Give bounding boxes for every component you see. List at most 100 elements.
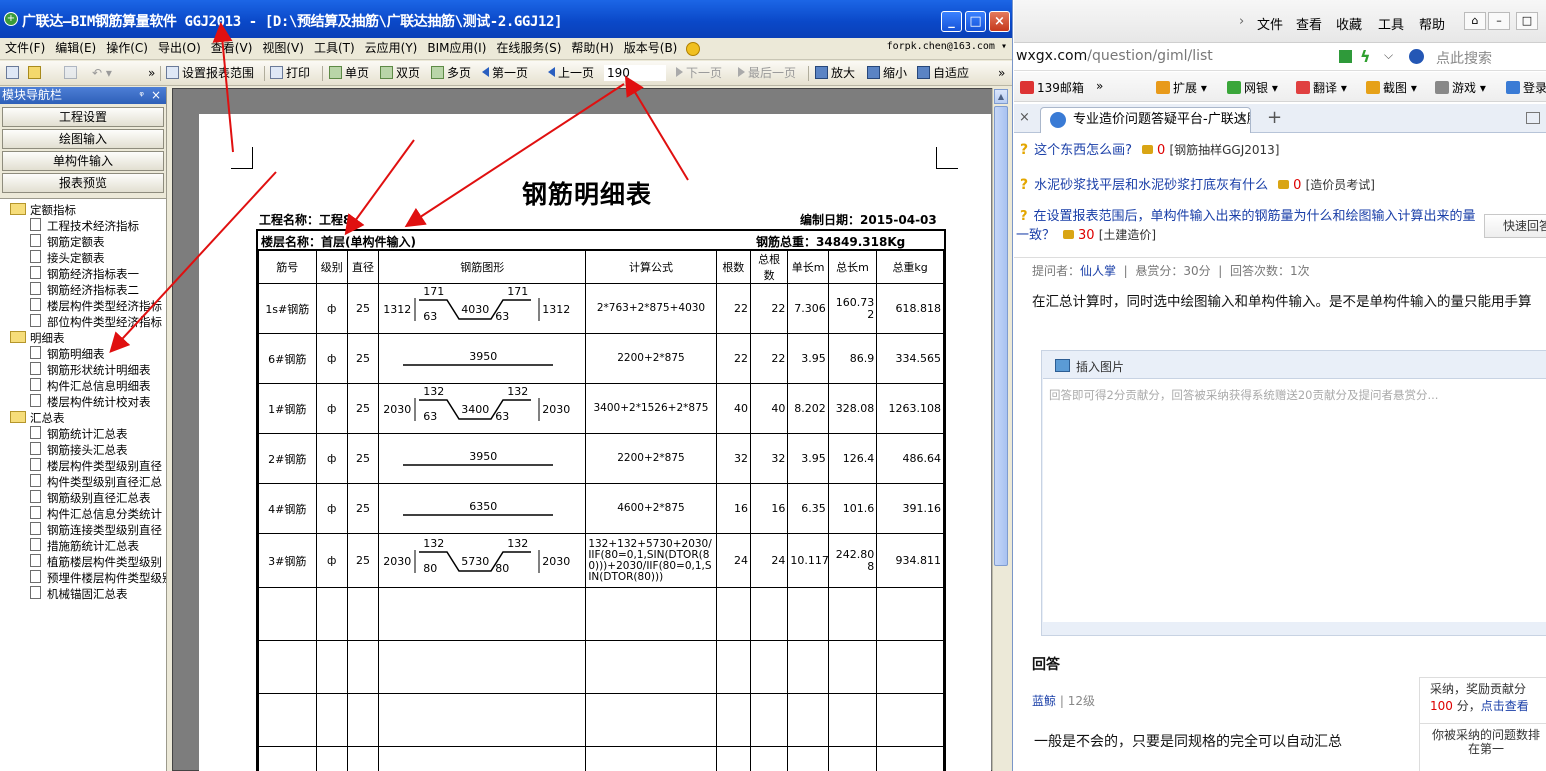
browser-menu-tools[interactable]: 工具 [1378,14,1404,33]
tree-item[interactable]: 工程技术经济指标 [0,218,166,234]
url-text[interactable]: wxgx.com/question/giml/list [1016,48,1213,64]
multi-page-button[interactable]: 多页 [431,65,471,82]
maximize-button[interactable]: □ [965,11,986,32]
tree-folder[interactable]: 定额指标 [0,202,166,218]
tree-item[interactable]: 钢筋经济指标表二 [0,282,166,298]
first-page-button[interactable]: 第一页 [482,65,528,82]
tree-item[interactable]: 措施筋统计汇总表 [0,538,166,554]
browser-menu-view[interactable]: 查看 [1296,14,1322,33]
report-preview-button[interactable]: 报表预览 [2,173,164,193]
drawing-input-button[interactable]: 绘图输入 [2,129,164,149]
double-page-button[interactable]: 双页 [380,65,420,82]
user-account[interactable]: forpk.chen@163.com ▾ [887,41,1007,52]
close-prev-tab-icon[interactable]: × [1019,110,1030,125]
browser-menu-file[interactable]: 文件 [1257,14,1283,33]
pin-icon[interactable]: ᵠ [139,87,144,104]
nav-close-icon[interactable]: × [151,87,161,104]
tree-item[interactable]: 楼层构件统计校对表 [0,394,166,410]
last-page-button[interactable]: 最后一页 [738,65,796,82]
menu-viewport[interactable]: 视图(V) [257,38,309,58]
baidu-search-icon[interactable] [1409,49,1424,64]
tree-item[interactable]: 钢筋统计汇总表 [0,426,166,442]
menu-cloud[interactable]: 云应用(Y) [360,38,423,58]
scroll-thumb[interactable] [994,106,1008,566]
answer-textarea[interactable]: 回答即可得2分贡献分，回答被采纳获得系统赠送20贡献分及提问者悬赏分... [1043,378,1546,622]
set-report-range-button[interactable]: 设置报表范围 [166,65,254,82]
project-settings-button[interactable]: 工程设置 [2,107,164,127]
title-bar[interactable]: + 广联达—BIM钢筋算量软件 GGJ2013 - [D:\预结算及抽筋\广联达… [0,0,1012,40]
speed-mode-icon[interactable]: ϟ [1360,47,1371,66]
tree-item[interactable]: 植筋楼层构件类型级别 [0,554,166,570]
browser-menu-help[interactable]: 帮助 [1419,14,1445,33]
menu-edit[interactable]: 编辑(E) [50,38,101,58]
menu-help[interactable]: 帮助(H) [566,38,618,58]
question-link-3[interactable]: ? 在设置报表范围后，单构件输入出来的钢筋量为什么和绘图输入计算出来的量一致？ 30… [1016,208,1476,245]
single-page-button[interactable]: 单页 [329,65,369,82]
fav-games[interactable]: 游戏 ▾ [1435,79,1486,96]
tree-item[interactable]: 钢筋定额表 [0,234,166,250]
page-number-input[interactable]: 190 [604,65,666,81]
menu-export[interactable]: 导出(O) [153,38,206,58]
menu-file[interactable]: 文件(F) [0,38,50,58]
tree-item[interactable]: 钢筋级别直径汇总表 [0,490,166,506]
menu-operate[interactable]: 操作(C) [101,38,153,58]
browser-back-icon[interactable]: › [1239,14,1244,29]
fav-more[interactable]: » [1096,79,1103,93]
browser-home-icon[interactable]: ⌂ [1464,12,1486,30]
question-link-1[interactable]: ? 这个东西怎么画? 0 [钢筋抽样GGJ2013] [1020,139,1280,158]
tree-item[interactable]: 机械锚固汇总表 [0,586,166,602]
fav-extensions[interactable]: 扩展 ▾ [1156,79,1207,96]
new-tab-button[interactable]: + [1267,107,1282,128]
tree-item[interactable]: 构件类型级别直径汇总 [0,474,166,490]
fit-button[interactable]: 自适应 [917,65,969,82]
tree-item[interactable]: 钢筋明细表 [0,346,166,362]
toolbar-overflow-icon[interactable]: » [148,65,155,82]
single-component-input-button[interactable]: 单构件输入 [2,151,164,171]
menu-online[interactable]: 在线服务(S) [491,38,566,58]
menu-tools[interactable]: 工具(T) [309,38,360,58]
fav-139-mail[interactable]: 139邮箱 [1020,79,1084,96]
insert-image-button[interactable]: 插入图片 [1055,358,1124,375]
tree-item[interactable]: 钢筋接头汇总表 [0,442,166,458]
tree-item[interactable]: 钢筋连接类型级别直径 [0,522,166,538]
zoom-out-button[interactable]: 缩小 [867,65,907,82]
tree-item[interactable]: 预埋件楼层构件类型级别 [0,570,166,586]
tree-folder[interactable]: 汇总表 [0,410,166,426]
scroll-up-icon[interactable]: ▲ [994,89,1008,104]
fav-translate[interactable]: 翻译 ▾ [1296,79,1347,96]
tree-folder[interactable]: 明细表 [0,330,166,346]
tree-item[interactable]: 楼层构件类型经济指标 [0,298,166,314]
print-button[interactable]: 打印 [270,65,310,82]
minimize-button[interactable]: _ [941,11,962,32]
browser-minimize-button[interactable]: – [1488,12,1510,30]
zoom-in-button[interactable]: 放大 [815,65,855,82]
search-input[interactable]: 点此搜索 [1436,48,1492,68]
quick-answer-button[interactable]: 快速回答 [1484,214,1546,238]
next-page-button[interactable]: 下一页 [676,65,722,82]
tree-item[interactable]: 构件汇总信息分类统计 [0,506,166,522]
menu-view[interactable]: 查看(V) [206,38,258,58]
address-dropdown-icon[interactable]: ⌵ [1384,48,1393,63]
qr-code-icon[interactable] [1339,50,1352,63]
fav-bank[interactable]: 网银 ▾ [1227,79,1278,96]
tree-item[interactable]: 钢筋经济指标表一 [0,266,166,282]
close-button[interactable]: × [989,11,1010,32]
answerer-link[interactable]: 蓝鲸 [1032,694,1056,708]
tree-item[interactable]: 钢筋形状统计明细表 [0,362,166,378]
browser-menu-favorites[interactable]: 收藏 [1336,14,1362,33]
view-reward-link[interactable]: 点击查看 [1481,699,1529,713]
vertical-scrollbar[interactable]: ▲ [992,88,1008,771]
browser-maximize-button[interactable]: □ [1516,12,1538,30]
tab-list-icon[interactable] [1526,112,1540,124]
tree-item[interactable]: 楼层构件类型级别直径 [0,458,166,474]
tab-close-icon[interactable]: × [1236,108,1247,132]
prev-page-button[interactable]: 上一页 [548,65,594,82]
helper-face-icon[interactable] [686,41,701,56]
menu-bim[interactable]: BIM应用(I) [422,38,491,58]
new-file-icon[interactable] [6,65,22,82]
address-bar[interactable]: wxgx.com/question/giml/list ϟ ⌵ 点此搜索 [1014,43,1546,71]
asker-link[interactable]: 仙人掌 [1080,264,1116,278]
fav-login[interactable]: 登录 [1506,79,1546,96]
tree-item[interactable]: 构件汇总信息明细表 [0,378,166,394]
tab-qa-platform[interactable]: 专业造价问题答疑平台-广联达服务新干线 × [1040,107,1251,133]
